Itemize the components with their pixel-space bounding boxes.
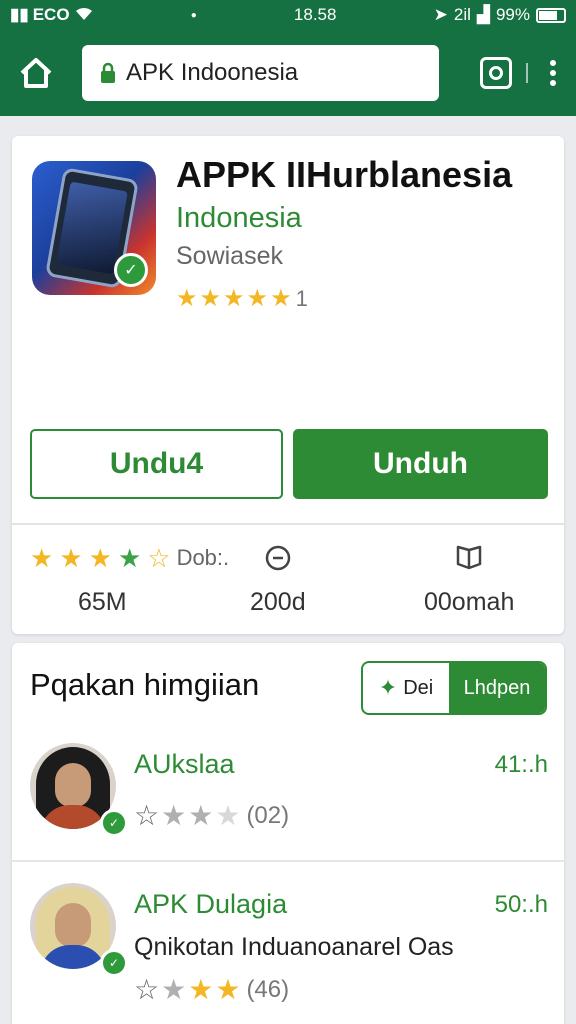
app-title: APPK IIHurblanesia <box>176 154 513 195</box>
write-review-right-label: Lhdpen <box>449 663 545 713</box>
stat-rating: ★ ★ ★ ★ ☆ Dob:. 65M <box>30 538 229 617</box>
stat-value: 00omah <box>424 588 515 616</box>
review-time: 50:.h <box>494 891 548 918</box>
download-button[interactable]: Unduh <box>293 429 548 499</box>
review-time: 41:.h <box>494 751 548 778</box>
rating-count: 1 <box>295 285 308 311</box>
star-icon: ★ <box>246 285 269 312</box>
browser-toolbar <box>0 30 576 116</box>
review-count: (46) <box>246 975 290 1003</box>
status-bar: ▮▮ ECO ● 18.58 ➤ 2il ▟ 99% <box>0 0 576 30</box>
download-outline-button[interactable]: Undu4 <box>30 429 283 499</box>
location-icon: ➤ <box>433 5 448 24</box>
overflow-menu-button[interactable] <box>542 56 564 90</box>
write-review-button[interactable]: ✦ Dei Lhdpen <box>361 661 547 715</box>
review-text: Qnikotan Induanoanarel Oas <box>134 933 454 961</box>
clock-icon <box>265 545 291 571</box>
battery-saver-icon: ▟ <box>476 5 490 24</box>
notification-dot-icon: ● <box>190 9 197 21</box>
star-icon: ★ <box>188 974 214 1005</box>
star-icon: ★ <box>161 974 187 1005</box>
home-icon <box>20 58 52 88</box>
app-info-card: ✓ APPK IIHurblanesia Indonesia Sowiasek … <box>12 136 564 634</box>
leaf-icon: ✦ <box>378 675 398 700</box>
app-developer: Sowiasek <box>176 242 283 270</box>
star-icon: ★ <box>215 974 241 1005</box>
star-outline-icon: ☆ <box>134 800 160 831</box>
reviews-title: Pqakan himgiian <box>30 667 260 702</box>
star-icon: ★ <box>270 285 292 312</box>
review-stars: ☆ ★ ★ ★ (02) <box>134 799 289 832</box>
review-count: (02) <box>246 801 290 829</box>
stat-value: 65M <box>78 588 127 616</box>
star-icon: ★ <box>176 285 198 312</box>
app-rating: ★ ★ ★ ★ ★ 1 <box>176 284 308 313</box>
wifi-icon <box>74 5 94 26</box>
signal-icon: ▮▮ <box>10 5 29 24</box>
app-subtitle: Indonesia <box>176 202 302 234</box>
divider <box>12 523 564 525</box>
review-stars: ☆ ★ ★ ★ (46) <box>134 973 289 1006</box>
star-icon: ★ <box>59 542 83 573</box>
book-icon <box>456 545 482 570</box>
stat-label: Dob:. <box>176 545 230 570</box>
reviews-card: Pqakan himgiian ✦ Dei Lhdpen ✓ AUkslaa 4… <box>12 643 564 1024</box>
url-input[interactable] <box>126 59 406 87</box>
star-icon: ★ <box>188 800 214 831</box>
star-icon: ★ <box>30 542 54 573</box>
stat-age: 200d <box>250 538 306 617</box>
star-icon: ★ <box>215 800 241 831</box>
star-icon: ★ <box>223 285 245 312</box>
reviewer-name[interactable]: AUkslaa <box>134 749 235 780</box>
lock-icon <box>101 62 115 83</box>
verified-badge-icon: ✓ <box>100 809 128 837</box>
toolbar-divider <box>526 63 528 83</box>
divider <box>12 860 564 862</box>
status-time: 18.58 <box>293 5 337 24</box>
lens-icon <box>489 66 503 80</box>
write-review-left-label: Dei <box>403 676 434 699</box>
battery-icon <box>536 7 566 23</box>
lens-search-button[interactable] <box>480 57 512 89</box>
carrier-label: ECO <box>32 5 70 24</box>
home-button[interactable] <box>12 49 60 97</box>
verified-badge-icon: ✓ <box>100 949 128 977</box>
address-bar[interactable] <box>82 45 439 101</box>
app-icon: ✓ <box>32 161 156 295</box>
star-outline-icon: ☆ <box>134 974 160 1005</box>
download-badge-icon: ✓ <box>114 253 148 287</box>
star-icon: ★ <box>199 285 222 312</box>
stat-downloads: 00omah <box>424 538 514 617</box>
stat-value: 200d <box>250 588 306 616</box>
star-icon: ★ <box>161 800 187 831</box>
star-half-icon: ☆ <box>147 542 171 573</box>
reviewer-name[interactable]: APK Dulagia <box>134 889 287 920</box>
star-icon: ★ <box>88 542 112 573</box>
star-icon: ★ <box>117 542 142 573</box>
network-label: 2il <box>453 5 471 24</box>
battery-percent: 99% <box>495 5 530 24</box>
